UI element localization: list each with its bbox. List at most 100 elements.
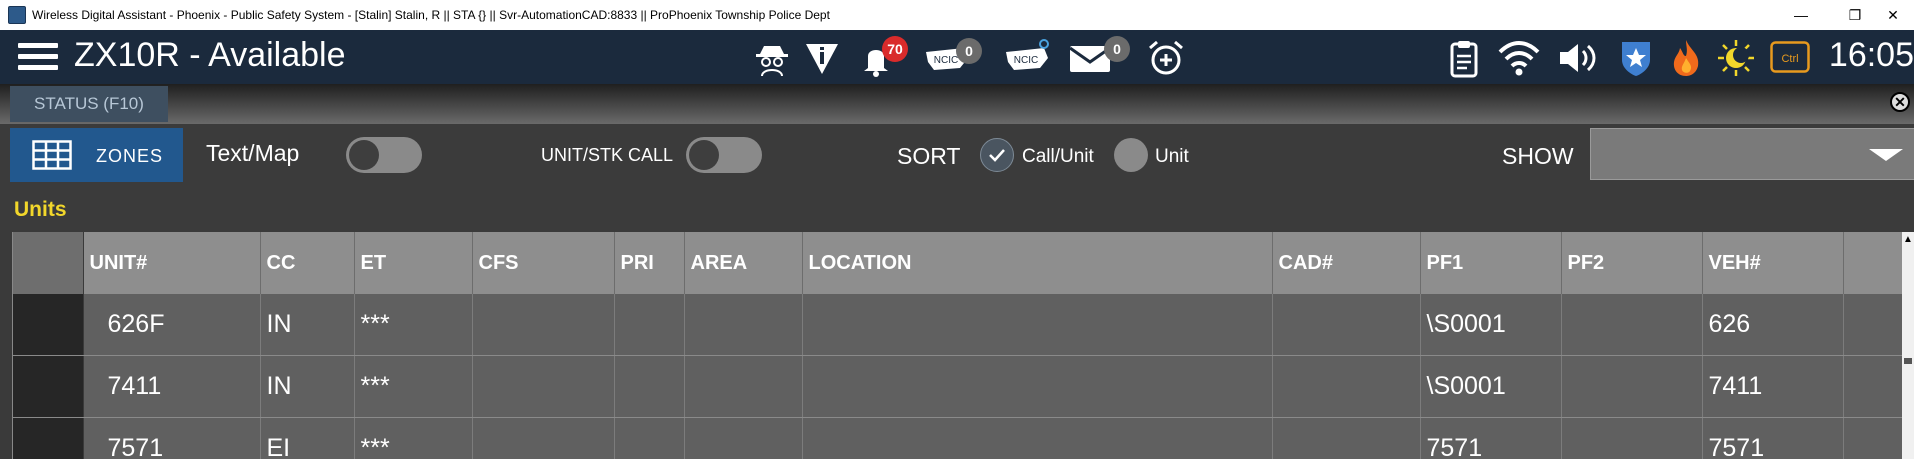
text-map-label: Text/Map xyxy=(206,140,300,166)
col-location[interactable]: LOCATION xyxy=(802,232,1273,294)
col-pri[interactable]: PRI xyxy=(614,232,685,294)
tab-status[interactable]: STATUS (F10) xyxy=(10,86,168,122)
notifications-badge: 70 xyxy=(882,36,908,62)
cell-location xyxy=(802,417,1273,459)
col-extra xyxy=(1843,232,1903,294)
scroll-thumb[interactable] xyxy=(1904,358,1912,364)
cell-extra xyxy=(1843,294,1903,356)
cell-pf1: \S0001 xyxy=(1420,294,1562,356)
col-cad[interactable]: CAD# xyxy=(1272,232,1421,294)
zones-button[interactable]: ZONES xyxy=(10,128,183,182)
info-icon[interactable] xyxy=(802,38,842,78)
col-pf1[interactable]: PF1 xyxy=(1420,232,1562,294)
cell-pri xyxy=(614,355,685,418)
cell-pf2 xyxy=(1561,417,1703,459)
toggle-knob xyxy=(689,140,719,170)
police-badge-icon[interactable] xyxy=(1616,38,1656,78)
unit-stk-call-label: UNIT/STK CALL xyxy=(541,145,674,165)
tab-strip xyxy=(0,84,1914,124)
grid-icon xyxy=(32,140,72,170)
col-select xyxy=(13,232,84,294)
close-window-button[interactable]: ✕ xyxy=(1872,0,1914,30)
table-row[interactable]: 7411 IN *** \S0001 7411 xyxy=(13,355,1903,418)
cell-et: *** xyxy=(354,294,473,356)
row-selector[interactable] xyxy=(13,355,84,418)
cell-pf2 xyxy=(1561,355,1703,418)
cell-cfs xyxy=(472,355,615,418)
fire-icon[interactable] xyxy=(1666,38,1706,78)
cell-pri xyxy=(614,417,685,459)
text-map-toggle[interactable] xyxy=(346,137,422,173)
cell-unit: 7411 xyxy=(83,355,261,418)
cell-unit: 7571 xyxy=(83,417,261,459)
day-night-icon[interactable] xyxy=(1716,38,1756,78)
check-icon xyxy=(989,149,1005,162)
table-row[interactable]: 626F IN *** \S0001 626 xyxy=(13,294,1903,356)
alarm-add-icon[interactable] xyxy=(1146,38,1186,78)
table-scrollbar[interactable]: ▲ xyxy=(1902,232,1914,459)
sort-unit-label: Unit xyxy=(1155,146,1189,167)
unit-status-title[interactable]: ZX10R - Available xyxy=(74,36,346,75)
cell-cc: IN xyxy=(260,355,355,418)
col-area[interactable]: AREA xyxy=(684,232,803,294)
filter-toolbar: ZONES Text/Map UNIT/STK CALL SORT Call/U… xyxy=(0,124,1914,186)
toggle-knob xyxy=(349,140,379,170)
ctrl-key-icon[interactable]: Ctrl xyxy=(1770,41,1810,73)
cell-location xyxy=(802,294,1273,356)
col-pf2[interactable]: PF2 xyxy=(1561,232,1703,294)
zones-label: ZONES xyxy=(96,146,164,166)
ncic-badge: 0 xyxy=(956,38,982,64)
cell-extra xyxy=(1843,355,1903,418)
table-row[interactable]: 7571 EI *** 7571 7571 xyxy=(13,417,1903,459)
top-header: ZX10R - Available 70 NCIC 0 NCIC 0 Ctrl … xyxy=(0,30,1914,84)
cell-et: *** xyxy=(354,417,473,459)
units-table: UNIT# CC ET CFS PRI AREA LOCATION CAD# P… xyxy=(12,232,1903,459)
clock: 16:05 xyxy=(1828,36,1914,74)
row-selector[interactable] xyxy=(13,294,84,356)
sort-unit-radio[interactable] xyxy=(1114,138,1148,172)
col-cc[interactable]: CC xyxy=(260,232,355,294)
cell-area xyxy=(684,417,803,459)
cell-unit: 626F xyxy=(83,294,261,356)
wifi-icon[interactable] xyxy=(1496,38,1542,78)
row-selector[interactable] xyxy=(13,417,84,459)
ctrl-label: Ctrl xyxy=(1781,53,1798,65)
unit-stk-call-toggle[interactable] xyxy=(686,137,762,173)
cell-extra xyxy=(1843,417,1903,459)
menu-icon[interactable] xyxy=(18,39,58,75)
cell-veh: 7571 xyxy=(1702,417,1844,459)
show-dropdown[interactable] xyxy=(1590,128,1914,180)
cell-area xyxy=(684,294,803,356)
cell-cfs xyxy=(472,294,615,356)
show-label: SHOW xyxy=(1502,143,1574,169)
minimize-button[interactable]: — xyxy=(1778,0,1824,30)
close-tab-icon[interactable]: ✕ xyxy=(1890,92,1910,112)
col-unit[interactable]: UNIT# xyxy=(83,232,261,294)
cell-veh: 7411 xyxy=(1702,355,1844,418)
cell-location xyxy=(802,355,1273,418)
volume-icon[interactable] xyxy=(1556,38,1602,78)
incognito-icon[interactable] xyxy=(752,38,792,78)
ncic-label: NCIC xyxy=(934,55,958,66)
messages-badge: 0 xyxy=(1104,36,1130,62)
col-veh[interactable]: VEH# xyxy=(1702,232,1844,294)
cell-cfs xyxy=(472,417,615,459)
cell-cc: EI xyxy=(260,417,355,459)
cell-et: *** xyxy=(354,355,473,418)
sort-call-unit-radio[interactable] xyxy=(980,138,1014,172)
units-section-header: Units xyxy=(0,186,1914,230)
cell-area xyxy=(684,355,803,418)
scroll-up-icon[interactable]: ▲ xyxy=(1903,234,1913,245)
ncic-map-icon-2[interactable]: NCIC xyxy=(1004,38,1050,78)
window-title: Wireless Digital Assistant - Phoenix - P… xyxy=(32,8,830,22)
sort-label: SORT xyxy=(897,143,961,169)
cell-cad xyxy=(1272,294,1421,356)
cell-cad xyxy=(1272,355,1421,418)
col-cfs[interactable]: CFS xyxy=(472,232,615,294)
clipboard-icon[interactable] xyxy=(1444,38,1484,78)
cell-pf1: 7571 xyxy=(1420,417,1562,459)
chevron-down-icon xyxy=(1869,149,1903,161)
cell-cc: IN xyxy=(260,294,355,356)
table-header-row: UNIT# CC ET CFS PRI AREA LOCATION CAD# P… xyxy=(13,232,1903,294)
col-et[interactable]: ET xyxy=(354,232,473,294)
